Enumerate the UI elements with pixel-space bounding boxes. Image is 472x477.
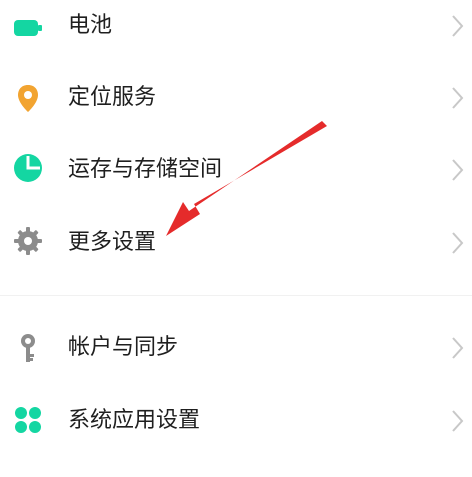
settings-item-more-settings[interactable]: 更多设置 xyxy=(0,210,472,270)
pie-chart-icon xyxy=(12,152,44,184)
key-icon xyxy=(12,332,44,364)
section-divider xyxy=(0,295,472,296)
chevron-right-icon xyxy=(450,231,464,255)
battery-icon xyxy=(12,12,44,44)
settings-item-label: 运存与存储空间 xyxy=(68,157,223,182)
settings-item-ram-storage[interactable]: 运存与存储空间 xyxy=(0,138,472,198)
settings-item-label: 电池 xyxy=(68,13,113,38)
settings-item-label: 更多设置 xyxy=(68,230,157,255)
chevron-right-icon xyxy=(450,336,464,360)
settings-item-battery[interactable]: 电池 xyxy=(0,0,472,60)
location-pin-icon xyxy=(12,82,44,114)
gear-icon xyxy=(12,225,44,257)
chevron-right-icon xyxy=(450,86,464,110)
chevron-right-icon xyxy=(450,158,464,182)
settings-item-label: 定位服务 xyxy=(68,85,157,110)
chevron-right-icon xyxy=(450,409,464,433)
chevron-right-icon xyxy=(450,14,464,38)
settings-item-label: 系统应用设置 xyxy=(68,408,201,433)
grid-clover-icon xyxy=(12,404,44,436)
settings-item-accounts-sync[interactable]: 帐户与同步 xyxy=(0,318,472,378)
settings-item-label: 帐户与同步 xyxy=(68,335,179,360)
settings-item-system-apps[interactable]: 系统应用设置 xyxy=(0,390,472,450)
settings-item-location[interactable]: 定位服务 xyxy=(0,68,472,128)
